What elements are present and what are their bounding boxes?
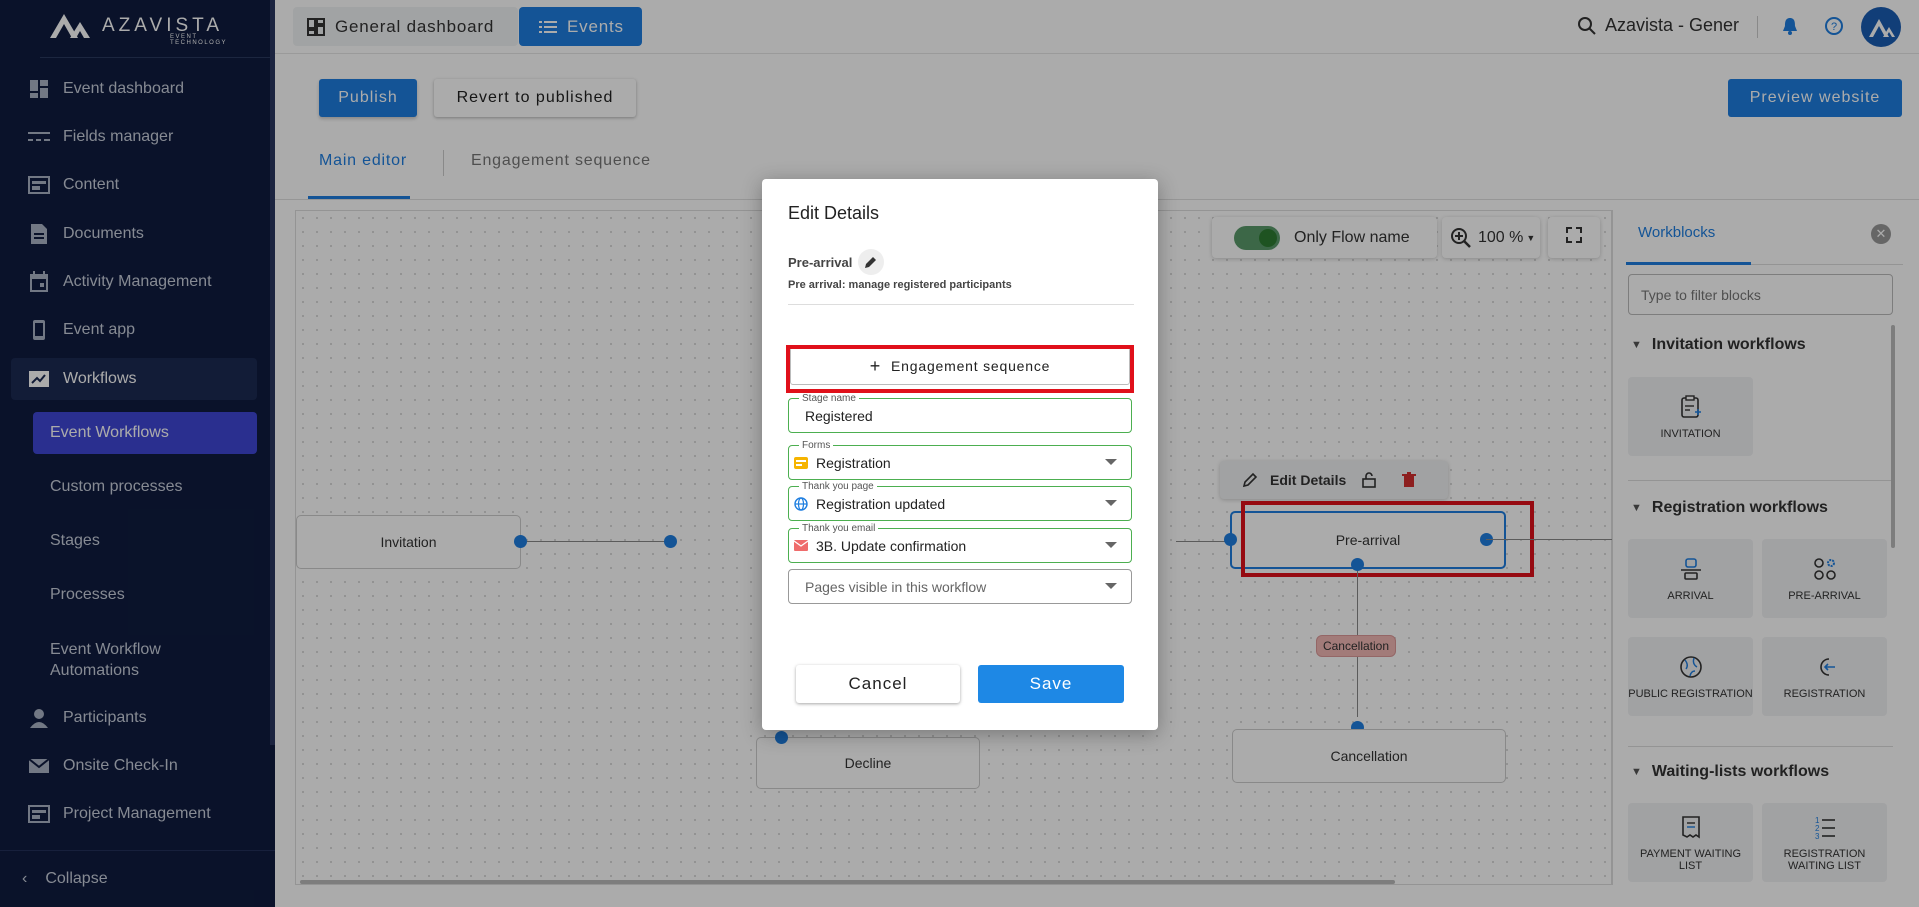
pages-visible-select[interactable]: Pages visible in this workflow xyxy=(788,569,1132,604)
globe-icon xyxy=(794,496,808,511)
dialog-title: Edit Details xyxy=(788,203,880,223)
edit-stage-pencil-icon[interactable] xyxy=(858,249,885,275)
dropdown-arrow-icon xyxy=(1105,459,1117,465)
dropdown-arrow-icon xyxy=(1105,500,1117,506)
field-value: Registration updated xyxy=(816,495,946,512)
save-button[interactable]: Save xyxy=(978,665,1124,703)
stage-description: Pre arrival: manage registered participa… xyxy=(788,279,1012,291)
forms-select[interactable]: Forms Registration xyxy=(788,440,1132,480)
dialog-divider xyxy=(788,304,1134,305)
stage-name-field[interactable]: Stage name Registered xyxy=(788,393,1132,433)
field-label: Stage name xyxy=(799,393,859,404)
field-value: 3B. Update confirmation xyxy=(816,537,967,554)
thank-you-email-select[interactable]: Thank you email 3B. Update confirmation xyxy=(788,523,1132,563)
thank-you-page-select[interactable]: Thank you page Registration updated xyxy=(788,481,1132,521)
stage-title-text: Pre-arrival xyxy=(788,254,853,270)
field-label: Thank you email xyxy=(799,523,879,534)
email-icon xyxy=(794,539,808,553)
highlight-box-engagement xyxy=(786,345,1134,393)
field-placeholder: Pages visible in this workflow xyxy=(805,578,987,595)
form-icon xyxy=(794,456,808,470)
edit-details-dialog: Edit Details Pre-arrival Pre arrival: ma… xyxy=(762,179,1158,730)
dropdown-arrow-icon xyxy=(1105,583,1117,589)
field-label: Thank you page xyxy=(799,481,877,492)
field-value: Registration xyxy=(816,454,891,471)
dropdown-arrow-icon xyxy=(1105,542,1117,548)
field-value: Registered xyxy=(805,407,873,424)
field-label: Forms xyxy=(799,440,834,451)
cancel-button[interactable]: Cancel xyxy=(796,665,960,703)
stage-title: Pre-arrival xyxy=(788,249,885,275)
